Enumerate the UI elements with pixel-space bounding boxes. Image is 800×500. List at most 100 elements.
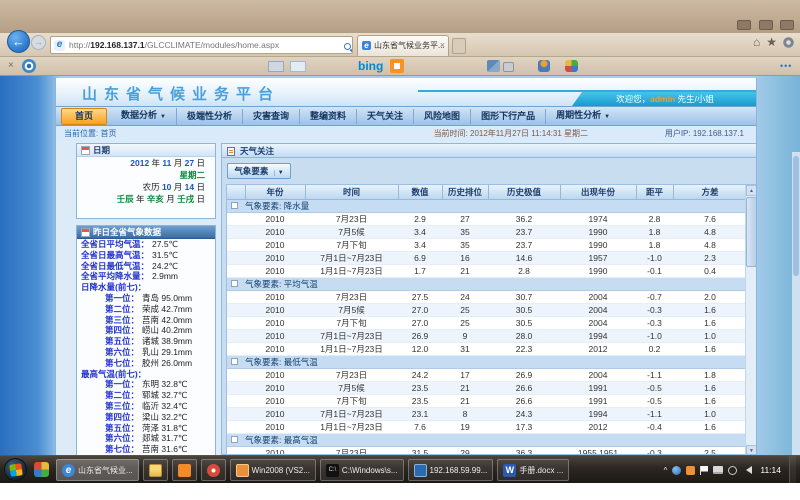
scrollbar-thumb[interactable]: [746, 197, 757, 267]
bing-logo[interactable]: bing: [358, 59, 383, 73]
table-row[interactable]: 20107月23日2.92736.219742.87.6: [227, 212, 747, 225]
column-header[interactable]: 历史排位: [442, 185, 488, 199]
windows-logo-icon: [9, 463, 23, 477]
table-row[interactable]: 20101月1日~7月23日12.03122.320120.21.6: [227, 342, 747, 355]
forward-button[interactable]: →: [31, 35, 46, 50]
weather-panel-header: 昨日全省气象数据: [77, 226, 215, 239]
home-icon[interactable]: ⌂: [753, 35, 766, 49]
section-checkbox-cell: [227, 199, 245, 212]
table-row[interactable]: 20107月23日27.52430.72004-0.72.0: [227, 290, 747, 303]
nav-item-0[interactable]: 首页: [61, 108, 107, 125]
mail-icon[interactable]: [268, 61, 284, 72]
more-options-icon[interactable]: •••: [780, 61, 792, 71]
nav-item-6[interactable]: 风险地图: [414, 109, 471, 124]
taskbar-window-3[interactable]: [201, 459, 226, 481]
search-icon[interactable]: [344, 43, 351, 50]
favorites-star-icon[interactable]: ★: [766, 35, 783, 49]
nav-item-1[interactable]: 数据分析▼: [111, 108, 177, 125]
row-checkbox-cell: [227, 329, 245, 342]
cell: -1.0: [636, 329, 673, 342]
table-row[interactable]: 20107月5候3.43523.719901.84.8: [227, 225, 747, 238]
table-row[interactable]: 20101月1日~7月23日7.61917.32012-0.41.6: [227, 420, 747, 433]
clock[interactable]: 11:14: [760, 465, 781, 475]
camera-icon[interactable]: [503, 62, 514, 72]
scroll-up-icon[interactable]: ▲: [746, 185, 757, 196]
speaker-icon[interactable]: [742, 466, 752, 474]
row-checkbox-cell: [227, 381, 245, 394]
maximize-button[interactable]: [759, 20, 773, 30]
toolbar-close-icon[interactable]: ×: [8, 60, 14, 71]
section-header-row[interactable]: 气象要素: 最低气温: [227, 355, 747, 368]
cell: 21: [442, 264, 488, 277]
page-scrollbar-thumb[interactable]: [793, 156, 799, 276]
table-row[interactable]: 20107月1日~7月23日23.1824.31994-1.11.0: [227, 407, 747, 420]
nav-item-7[interactable]: 图形下行产品: [471, 109, 546, 124]
section-header-row[interactable]: 气象要素: 最高气温: [227, 433, 747, 446]
taskbar-window-6[interactable]: 192.168.59.99...: [408, 459, 494, 481]
community-icon[interactable]: [565, 60, 578, 72]
table-row[interactable]: 20101月1日~7月23日1.7212.81990-0.10.4: [227, 264, 747, 277]
table-row[interactable]: 20107月下旬23.52126.61991-0.51.6: [227, 394, 747, 407]
column-header[interactable]: 年份: [245, 185, 305, 199]
table-row[interactable]: 20107月23日31.52936.31955,1951-0.32.5: [227, 446, 747, 455]
table-row[interactable]: 20107月下旬3.43523.719901.84.8: [227, 238, 747, 251]
bing-app-icon[interactable]: [390, 59, 404, 73]
table-row[interactable]: 20107月5候23.52126.61991-0.51.6: [227, 381, 747, 394]
table-row[interactable]: 20107月23日24.21726.92004-1.11.8: [227, 368, 747, 381]
column-header[interactable]: 时间: [305, 185, 398, 199]
rank-label: 第六位：: [77, 433, 139, 443]
nav-item-8[interactable]: 周期性分析▼: [546, 108, 620, 125]
taskbar-window-0[interactable]: e山东省气候业...: [56, 459, 139, 481]
table-row[interactable]: 20107月下旬27.02530.52004-0.31.6: [227, 316, 747, 329]
column-header[interactable]: 历史极值: [488, 185, 560, 199]
stat-label: 全省日平均气温：: [77, 239, 149, 249]
windows-update-icon[interactable]: [728, 466, 737, 475]
checkbox[interactable]: [231, 358, 238, 365]
browser-tab[interactable]: e山东省气候业务平... ×: [357, 35, 449, 56]
close-button[interactable]: [780, 20, 794, 30]
taskbar-window-1[interactable]: [143, 459, 168, 481]
column-header[interactable]: 出现年份: [560, 185, 636, 199]
table-row[interactable]: 20107月1日~7月23日26.9928.01994-1.01.0: [227, 329, 747, 342]
table-scrollbar[interactable]: ▲ ▼: [745, 185, 756, 455]
nav-item-5[interactable]: 天气关注: [357, 109, 414, 124]
checkbox[interactable]: [231, 280, 238, 287]
taskbar-window-7[interactable]: W手册.docx ...: [497, 459, 569, 481]
pinned-app-icon[interactable]: [34, 462, 49, 477]
nav-item-2[interactable]: 极端性分析: [177, 109, 243, 124]
back-button[interactable]: ←: [7, 30, 30, 53]
network-icon[interactable]: [713, 466, 723, 474]
section-header-row[interactable]: 气象要素: 降水量: [227, 199, 747, 212]
address-bar[interactable]: e http://192.168.137.1/GLCCLIMATE/module…: [50, 36, 353, 54]
table-row[interactable]: 20107月1日~7月23日6.91614.61957-1.02.3: [227, 251, 747, 264]
start-button[interactable]: [4, 458, 27, 481]
checkbox[interactable]: [231, 202, 238, 209]
checkbox[interactable]: [231, 436, 238, 443]
minimize-button[interactable]: [737, 20, 751, 30]
gear-icon[interactable]: [783, 37, 794, 48]
action-center-flag-icon[interactable]: [700, 466, 708, 475]
nav-item-3[interactable]: 灾害查询: [243, 109, 300, 124]
new-tab-button[interactable]: [452, 38, 466, 54]
photo-icon[interactable]: [487, 60, 500, 72]
security-tray-icon[interactable]: [686, 466, 695, 475]
envelope-icon[interactable]: [290, 61, 306, 72]
taskbar-window-4[interactable]: Win2008 (VS2...: [230, 459, 316, 481]
tab-close-icon[interactable]: ×: [440, 36, 445, 55]
column-header[interactable]: 距平: [636, 185, 673, 199]
cell: 2004: [560, 290, 636, 303]
table-row[interactable]: 20107月5候27.02530.52004-0.31.6: [227, 303, 747, 316]
compass-icon[interactable]: [22, 59, 36, 73]
column-header[interactable]: 数值: [398, 185, 442, 199]
messenger-tray-icon[interactable]: [672, 466, 681, 475]
person-icon[interactable]: [538, 60, 550, 72]
nav-item-4[interactable]: 整编资料: [300, 109, 357, 124]
show-desktop-button[interactable]: [789, 456, 796, 484]
tray-expand-icon[interactable]: ^: [664, 466, 668, 475]
element-filter-button[interactable]: 气象要素 ▼: [227, 163, 291, 179]
scroll-down-icon[interactable]: ▼: [746, 445, 757, 455]
taskbar-window-5[interactable]: C:\C:\Windows\s...: [320, 459, 404, 481]
taskbar-window-2[interactable]: [172, 459, 197, 481]
section-header-row[interactable]: 气象要素: 平均气温: [227, 277, 747, 290]
column-header[interactable]: 方差: [673, 185, 747, 199]
